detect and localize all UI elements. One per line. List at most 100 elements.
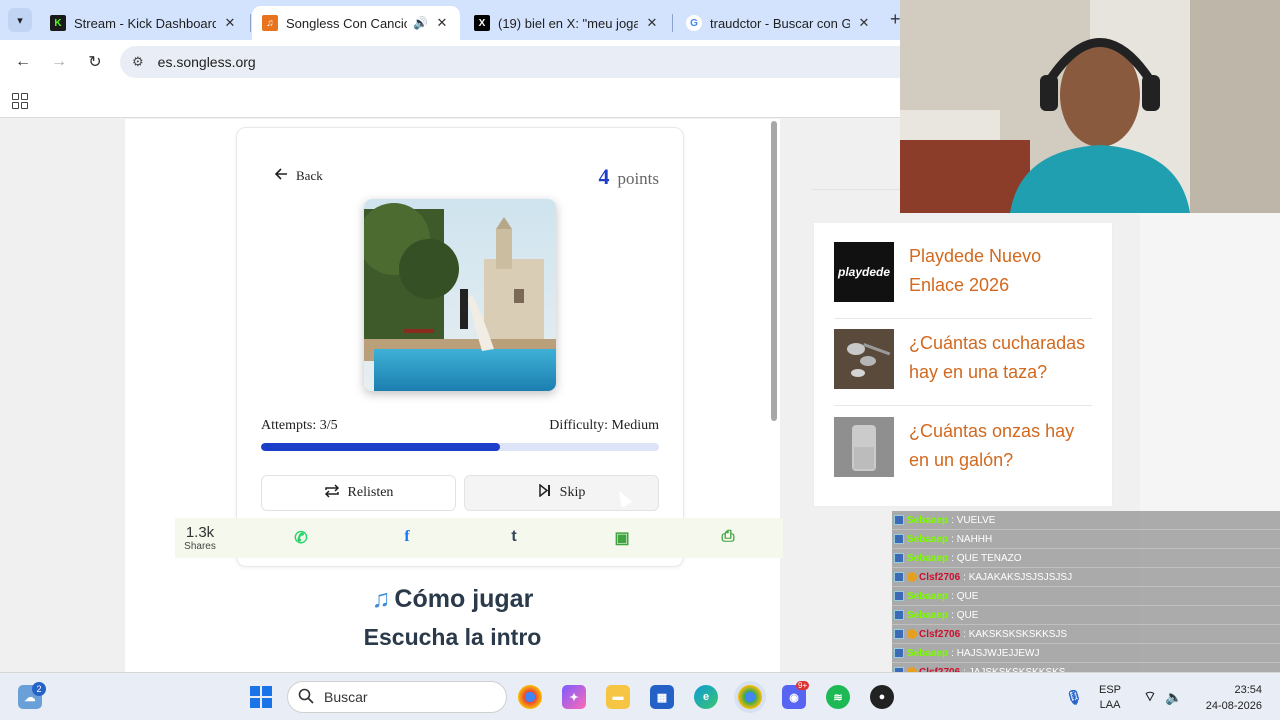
bookmarks-bar [0, 84, 900, 118]
article-title[interactable]: ¿Cuántas onzas hay en un galón? [909, 417, 1092, 477]
blogger-icon[interactable]: ▣ [610, 528, 634, 548]
difficulty-label: Difficulty: Medium [549, 418, 659, 433]
chat-badge-icon [894, 515, 904, 525]
chat-badge-icon [894, 610, 904, 620]
chat-message: Sebaaep: NAHHH [892, 530, 1280, 549]
reload-icon[interactable]: ↻ [84, 51, 106, 73]
chat-text: : QUE [951, 609, 979, 621]
chat-badge-icon [894, 648, 904, 658]
chat-message: Sebaaep: HAJSJWJEJJEWJ [892, 644, 1280, 663]
apps-grid-icon[interactable] [12, 93, 28, 109]
songless-icon: ♫ [262, 15, 278, 31]
site-info-icon[interactable]: ⚙ [132, 54, 144, 70]
obs-icon[interactable]: ● [870, 685, 894, 709]
chat-text: : KAJAKAKSJSJSJSJSJ [963, 571, 1073, 583]
share-count: 1.3k Shares [176, 524, 224, 552]
chat-text: : KAKSKSKSKSKKSJS [963, 628, 1068, 640]
tab-search-button[interactable]: ▾ [8, 8, 32, 32]
close-tab-icon[interactable]: ✕ [644, 15, 660, 31]
chat-username: Sebaaep [907, 514, 949, 526]
back-link[interactable]: Back [274, 168, 323, 184]
chrome-icon[interactable] [518, 685, 542, 709]
widgets-badge: 2 [32, 682, 46, 696]
points-display: 4 points [598, 164, 659, 190]
whatsapp-icon[interactable]: ✆ [289, 528, 313, 548]
copilot-icon[interactable]: ✦ [562, 685, 586, 709]
forward-arrow-icon[interactable]: → [48, 51, 70, 73]
chat-message: Sebaaep: QUE TENAZO [892, 549, 1280, 568]
share-bar: ✆ f t ▣ ⎙ [175, 518, 783, 558]
clock-date: 24-08-2026 [1205, 700, 1262, 712]
new-tab-button[interactable]: + [890, 9, 901, 30]
chat-text: : VUELVE [951, 514, 996, 526]
page-scrollbar[interactable] [771, 121, 777, 421]
chat-text: : QUE TENAZO [951, 552, 1022, 564]
windows-taskbar: ☁ 2 Buscar ✦ ▬ ▦ e ◉ 9+ ≋ ● 🎙 ESP LAA ⌔ … [0, 672, 1280, 720]
related-articles-sidebar: playdede Playdede Nuevo Enlace 2026 ¿Cuá… [813, 222, 1113, 507]
points-label: points [617, 169, 659, 188]
facebook-icon[interactable]: f [395, 528, 419, 546]
skip-button[interactable]: Skip [464, 475, 659, 511]
chat-badge-icon [894, 534, 904, 544]
article-title[interactable]: ¿Cuántas cucharadas hay en una taza? [909, 329, 1092, 389]
volume-icon[interactable]: 🔈 [1162, 685, 1186, 709]
tab-songless[interactable]: ♫ Songless Con Canciones 🔊 ✕ [252, 6, 460, 40]
back-arrow-icon[interactable]: ← [12, 51, 34, 73]
chat-username: Sebaaep [907, 647, 949, 659]
main-content: Back 4 points Attempts: 3/5 Difficulty: … [125, 119, 780, 672]
spotify-icon[interactable]: ≋ [826, 685, 850, 709]
chrome-active-icon[interactable] [738, 685, 762, 709]
edge-icon[interactable]: e [694, 685, 718, 709]
browser-toolbar: ← → ↻ ⚙ es.songless.org [0, 40, 900, 84]
related-article-cucharadas[interactable]: ¿Cuántas cucharadas hay en una taza? [834, 329, 1092, 389]
chat-text: : HAJSJWJEJJEWJ [951, 647, 1040, 659]
how-to-play-heading: ♫ Cómo jugar [371, 585, 534, 613]
kick-icon: K [50, 15, 66, 31]
article-title[interactable]: Playdede Nuevo Enlace 2026 [909, 242, 1092, 302]
skip-label: Skip [559, 485, 586, 500]
chat-message: Clsf2706: KAKSKSKSKSKKSJS [892, 625, 1280, 644]
file-explorer-icon[interactable]: ▬ [606, 685, 630, 709]
tumblr-icon[interactable]: t [502, 528, 526, 546]
chat-message: Sebaaep: VUELVE [892, 511, 1280, 530]
article-thumbnail [834, 417, 894, 477]
tab-title: traudctor - Buscar con Goo [710, 15, 850, 31]
chat-badge-icon [894, 591, 904, 601]
close-tab-icon[interactable]: ✕ [434, 15, 450, 31]
tab-kick-dashboard[interactable]: K Stream - Kick Dashboard ✕ [40, 6, 248, 40]
tab-google-search[interactable]: G traudctor - Buscar con Goo ✕ [676, 6, 882, 40]
search-icon [298, 688, 314, 707]
article-thumbnail [834, 329, 894, 389]
webcam-overlay [900, 0, 1280, 213]
chat-username: Clsf2706 [919, 628, 961, 640]
microphone-icon[interactable]: 🎙 [1062, 685, 1086, 709]
chat-message: Sebaaep: QUE [892, 606, 1280, 625]
print-icon[interactable]: ⎙ [716, 528, 740, 546]
close-tab-icon[interactable]: ✕ [856, 15, 872, 31]
arrow-left-icon [274, 168, 288, 184]
x-icon: X [474, 15, 490, 31]
system-clock[interactable]: 23:54 24-08-2026 [1196, 682, 1262, 714]
article-thumbnail: playdede [834, 242, 894, 302]
language-code: ESP [1099, 684, 1122, 696]
chat-username: Sebaaep [907, 609, 949, 621]
start-icon[interactable] [249, 685, 273, 709]
close-tab-icon[interactable]: ✕ [222, 15, 238, 31]
wifi-icon[interactable]: ⌔ [1138, 685, 1162, 709]
thumb-text: playdede [837, 265, 891, 279]
google-icon: G [686, 15, 702, 31]
browser-tab-bar: ▾ K Stream - Kick Dashboard ✕ ♫ Songless… [0, 0, 901, 40]
microsoft-store-icon[interactable]: ▦ [650, 685, 674, 709]
taskbar-search[interactable]: Buscar [287, 681, 507, 713]
related-article-playdede[interactable]: playdede Playdede Nuevo Enlace 2026 [834, 242, 1092, 302]
address-bar[interactable]: ⚙ es.songless.org [120, 46, 900, 78]
tab-x-post[interactable]: X (19) biel en X: "meu jogad ✕ [464, 6, 670, 40]
music-note-icon: ♫ [371, 585, 391, 613]
relisten-button[interactable]: Relisten [261, 475, 456, 511]
speaker-icon[interactable]: 🔊 [413, 16, 428, 30]
chat-message: Sebaaep: QUE [892, 587, 1280, 606]
discord-badge: 9+ [796, 681, 810, 690]
input-language[interactable]: ESP LAA [1099, 683, 1121, 713]
chat-text: : NAHHH [951, 533, 993, 545]
related-article-onzas[interactable]: ¿Cuántas onzas hay en un galón? [834, 417, 1092, 477]
